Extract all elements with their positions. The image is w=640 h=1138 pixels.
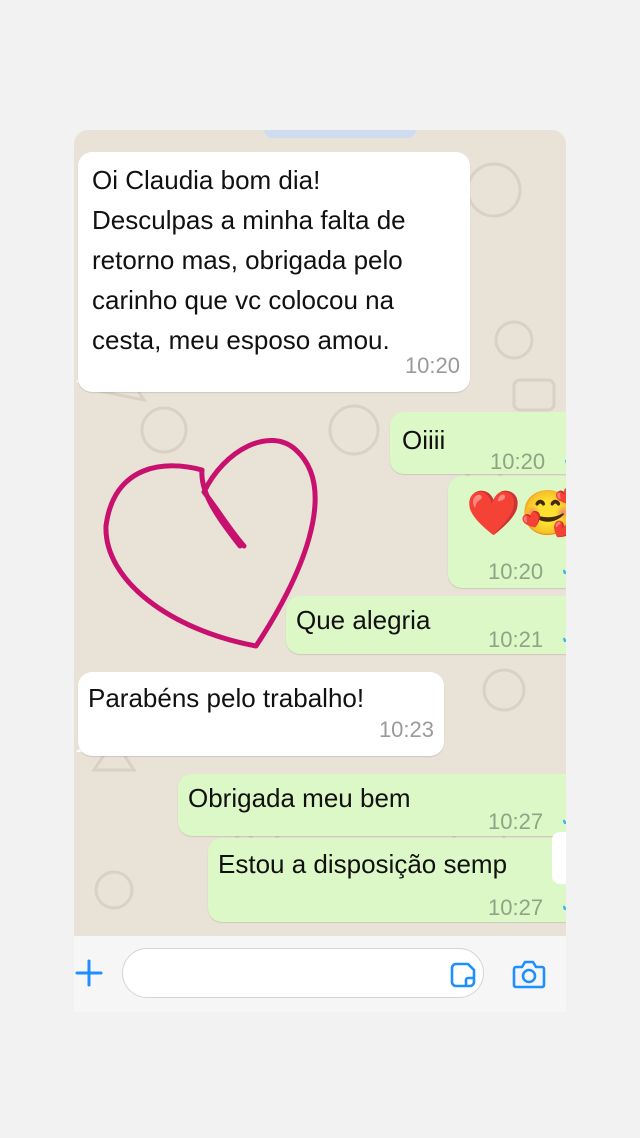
screenshot-frame: Oi Claudia bom dia! Desculpas a minha fa… <box>0 0 640 1138</box>
message-text: Parabéns pelo trabalho! <box>88 683 365 713</box>
read-receipt-icon: ✓ <box>560 628 566 648</box>
message-text: Oi Claudia bom dia! Desculpas a minha fa… <box>92 165 406 355</box>
message-time: 10:23 <box>378 717 434 742</box>
message-text: Estou a disposição semp <box>218 849 508 879</box>
read-receipt-icon: ✓ <box>562 450 566 470</box>
sticker-icon[interactable] <box>450 962 476 988</box>
message-bubble-outgoing[interactable]: Oiiii 10:20 ✓ <box>390 412 566 474</box>
read-receipt-icon: ✓ <box>560 896 566 916</box>
message-bubble-incoming[interactable]: Oi Claudia bom dia! Desculpas a minha fa… <box>78 152 470 392</box>
message-text: Oiiii <box>402 425 446 455</box>
message-input[interactable] <box>122 948 484 998</box>
message-time: 10:20 <box>404 353 460 378</box>
message-time: 10:27 <box>488 895 544 920</box>
heart-drawing-icon <box>103 438 318 649</box>
message-time: 10:21 <box>488 627 544 652</box>
scroll-to-bottom-button[interactable] <box>552 832 566 884</box>
message-bubble-outgoing[interactable]: Estou a disposição semp 10:27 ✓ <box>208 838 566 922</box>
message-time: 10:27 <box>488 809 544 834</box>
read-receipt-icon: ✓ <box>560 810 566 830</box>
read-receipt-icon: ✓ <box>560 560 566 580</box>
attach-button[interactable] <box>74 956 104 990</box>
date-pill <box>264 130 416 138</box>
message-bubble-outgoing[interactable]: Que alegria 10:21 ✓ <box>286 596 566 654</box>
message-bubble-outgoing[interactable]: Obrigada meu bem 10:27 ✓ <box>178 774 566 836</box>
camera-icon[interactable] <box>512 958 546 990</box>
plus-icon <box>75 959 103 987</box>
message-bubble-incoming[interactable]: Parabéns pelo trabalho! 10:23 <box>78 672 444 756</box>
message-bubble-outgoing[interactable]: ❤️🥰 10:20 ✓ <box>448 476 566 588</box>
emoji-message: ❤️🥰 <box>466 489 566 538</box>
message-time: 10:20 <box>488 559 544 584</box>
message-input-bar <box>74 936 566 1012</box>
message-text: Obrigada meu bem <box>188 783 411 813</box>
